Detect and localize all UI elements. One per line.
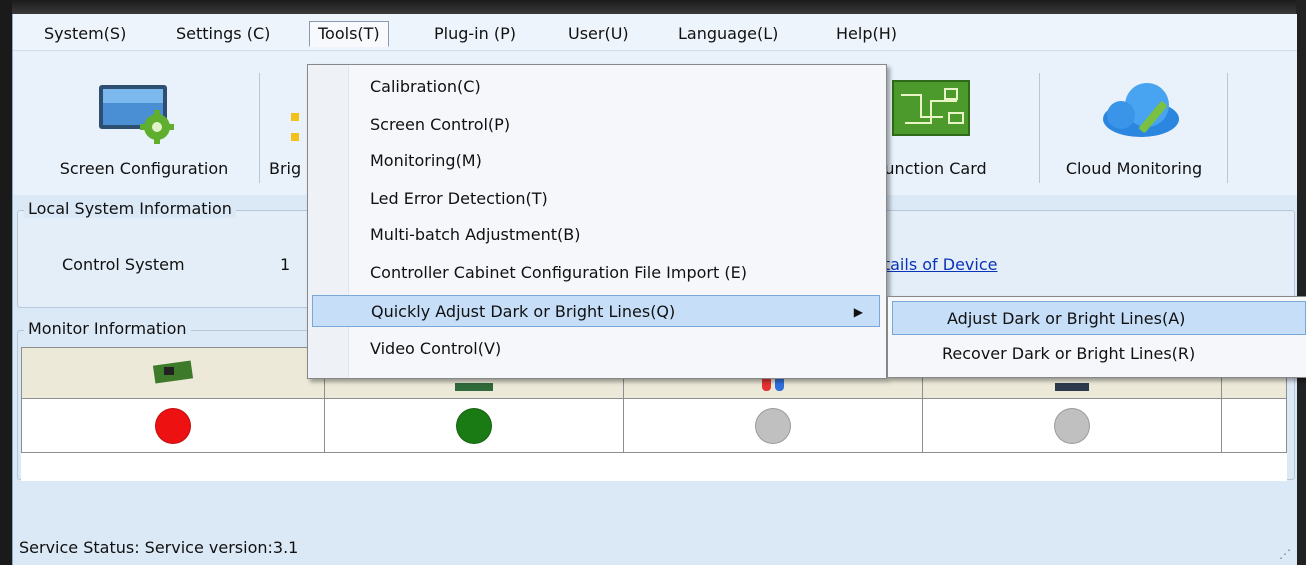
screen-configuration-button[interactable]: Screen Configuration [31, 51, 257, 195]
menu-item-multi-batch-adjustment[interactable]: Multi-batch Adjustment(B) [370, 219, 580, 251]
desktop-top-edge [0, 0, 1306, 14]
menu-tools[interactable]: Tools(T) [309, 21, 389, 47]
monitor-status-row [21, 398, 1287, 453]
control-system-label: Control System [62, 255, 185, 274]
status-indicator-red [155, 407, 191, 444]
monitor-status-cell [21, 398, 325, 453]
status-indicator-gray [755, 407, 791, 444]
device-card-icon [1055, 383, 1089, 392]
sun-icon [291, 113, 299, 141]
view-device-details-link[interactable]: etails of Device [874, 255, 997, 274]
local-system-title: Local System Information [24, 199, 236, 218]
brightness-button[interactable]: Brig [263, 51, 303, 195]
multifunction-card-label: -function Card [873, 159, 987, 178]
monitor-info-title: Monitor Information [24, 319, 191, 338]
status-indicator-gray [1054, 407, 1090, 444]
menu-item-monitoring[interactable]: Monitoring(M) [370, 145, 482, 177]
monitor-col-card [21, 346, 325, 400]
service-status-text: Service Status: Service version:3.1 [19, 538, 299, 557]
menu-item-calibration[interactable]: Calibration(C) [370, 71, 481, 103]
circuit-board-icon [892, 80, 970, 136]
tools-dropdown-menu: Calibration(C) Screen Control(P) Monitor… [307, 64, 887, 379]
menu-item-video-control[interactable]: Video Control(V) [370, 333, 501, 365]
menu-item-led-error-detection[interactable]: Led Error Detection(T) [370, 183, 548, 215]
monitor-status-cell [922, 398, 1222, 453]
resize-grip-icon[interactable]: ⋰ [1279, 547, 1291, 561]
menu-settings[interactable]: Settings (C) [167, 21, 279, 47]
menu-item-quickly-adjust-lines[interactable]: Quickly Adjust Dark or Bright Lines(Q) ▶ [312, 295, 880, 327]
control-card-icon [152, 360, 194, 384]
submenu-item-adjust-lines[interactable]: Adjust Dark or Bright Lines(A) [892, 301, 1306, 335]
toolbar-separator [1039, 73, 1040, 183]
menu-plugin[interactable]: Plug-in (P) [425, 21, 525, 47]
menu-user[interactable]: User(U) [559, 21, 638, 47]
quickly-adjust-submenu: Adjust Dark or Bright Lines(A) Recover D… [887, 296, 1306, 378]
monitor-empty-row [21, 451, 1287, 481]
submenu-arrow-icon: ▶ [853, 305, 863, 319]
screen-configuration-label: Screen Configuration [59, 159, 229, 178]
submenu-item-recover-lines[interactable]: Recover Dark or Bright Lines(R) [942, 337, 1195, 371]
menu-help[interactable]: Help(H) [827, 21, 906, 47]
menu-bar: System(S) Settings (C) Tools(T) Plug-in … [13, 14, 1297, 51]
monitor-status-cell [623, 398, 923, 453]
cloud-monitoring-button[interactable]: Cloud Monitoring [1043, 51, 1225, 195]
multifunction-card-button[interactable]: -function Card [869, 51, 1035, 195]
menu-item-screen-control[interactable]: Screen Control(P) [370, 109, 510, 141]
app-window: System(S) Settings (C) Tools(T) Plug-in … [12, 14, 1306, 565]
toolbar-separator [1227, 73, 1228, 183]
desktop-right-edge [1296, 0, 1306, 565]
menu-icon-strip [308, 65, 349, 378]
monitor-empty-cell [21, 451, 1287, 481]
monitor-gear-icon [99, 85, 174, 144]
menu-language[interactable]: Language(L) [669, 21, 787, 47]
monitor-status-cell [1221, 398, 1287, 453]
receiving-card-icon [455, 383, 493, 392]
menu-system[interactable]: System(S) [35, 21, 135, 47]
toolbar-separator [259, 73, 260, 183]
monitor-status-cell [324, 398, 624, 453]
cloud-monitoring-label: Cloud Monitoring [1065, 159, 1203, 178]
cloud-pencil-icon [1103, 83, 1179, 137]
desktop-left-edge [0, 0, 12, 565]
menu-item-quickly-adjust-label: Quickly Adjust Dark or Bright Lines(Q) [371, 302, 676, 321]
menu-item-cabinet-config-import[interactable]: Controller Cabinet Configuration File Im… [370, 257, 747, 289]
control-system-count: 1 [280, 255, 291, 274]
brightness-label: Brig [269, 159, 302, 178]
status-indicator-green [456, 407, 492, 444]
